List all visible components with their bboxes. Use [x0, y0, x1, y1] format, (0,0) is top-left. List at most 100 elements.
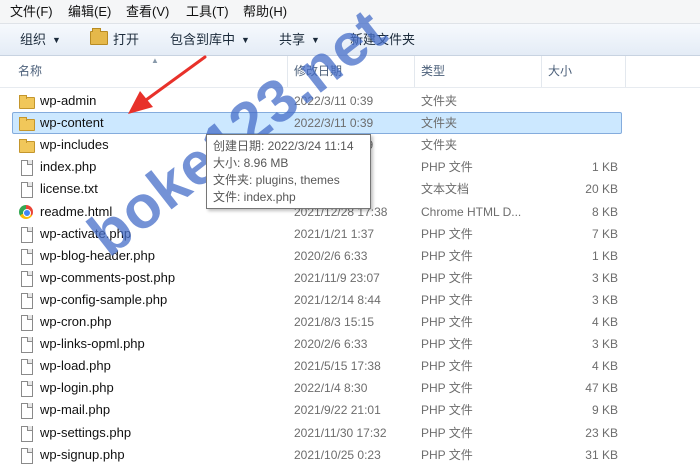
file-row[interactable]: wp-mail.php 2021/9/22 21:01 PHP 文件 9 KB — [0, 399, 700, 421]
file-name: wp-signup.php — [40, 446, 125, 462]
file-row[interactable]: wp-signup.php 2021/10/25 0:23 PHP 文件 31 KB — [0, 444, 700, 466]
file-name: wp-cron.php — [40, 314, 112, 329]
file-type: 文件夹 — [421, 138, 458, 153]
chrome-icon — [18, 204, 34, 220]
file-date: 2021/12/14 8:44 — [294, 292, 381, 307]
file-icon — [18, 226, 34, 243]
file-date: 2021/9/22 21:01 — [294, 403, 381, 418]
file-type: PHP 文件 — [421, 226, 473, 241]
organize-label: 组织 — [20, 32, 47, 47]
file-icon — [18, 447, 34, 464]
include-library-button[interactable]: 包含到库中 ▼ — [170, 31, 250, 49]
file-type: Chrome HTML D... — [421, 204, 522, 219]
file-row[interactable]: wp-settings.php 2021/11/30 17:32 PHP 文件 23 … — [0, 422, 700, 444]
file-date: 2021/5/15 17:38 — [294, 359, 381, 374]
file-icon — [18, 292, 34, 309]
file-date: 2021/8/3 15:15 — [294, 315, 375, 329]
file-icon — [18, 159, 34, 177]
file-icon — [18, 425, 34, 442]
open-label: 打开 — [113, 32, 140, 47]
folder-info-tooltip: 创建日期: 2022/3/24 11:14 大小: 8.96 MB 文件夹: p… — [206, 134, 371, 209]
file-row[interactable]: wp-content 2022/3/11 0:39 文件夹 — [0, 112, 700, 135]
include-library-label: 包含到库中 — [170, 32, 236, 47]
file-name: wp-settings.php — [40, 424, 132, 440]
column-header-name[interactable]: 名称 — [12, 56, 288, 87]
file-date: 2021/11/9 23:07 — [294, 270, 380, 285]
file-type: 文件夹 — [421, 94, 458, 108]
file-icon — [18, 270, 34, 287]
file-size: 3 KB — [591, 292, 618, 307]
open-button[interactable]: 打开 — [90, 28, 140, 49]
file-type: PHP 文件 — [421, 292, 473, 307]
organize-button[interactable]: 组织 ▼ — [20, 31, 61, 49]
file-type: PHP 文件 — [421, 403, 473, 418]
file-type: 文本文档 — [421, 182, 470, 197]
file-date: 2020/2/6 6:33 — [294, 248, 368, 263]
file-row[interactable]: wp-blog-header.php 2020/2/6 6:33 PHP 文件 1 K… — [0, 245, 700, 267]
file-name: wp-activate.php — [40, 225, 132, 241]
file-icon — [18, 402, 34, 420]
share-button[interactable]: 共享 ▼ — [279, 31, 320, 49]
column-header-size[interactable]: 大小 — [542, 56, 626, 87]
file-name: wp-mail.php — [40, 402, 111, 418]
file-type: PHP 文件 — [421, 248, 473, 263]
file-size: 1 KB — [591, 248, 618, 263]
column-header-date[interactable]: 修改日期 — [288, 56, 415, 87]
file-row[interactable]: wp-cron.php 2021/8/3 15:15 PHP 文件 4 KB — [0, 311, 700, 333]
menu-view[interactable]: 查看(V) — [126, 3, 169, 20]
chevron-down-icon: ▼ — [52, 35, 61, 45]
chevron-down-icon: ▼ — [311, 35, 320, 45]
share-label: 共享 — [279, 32, 306, 47]
folder-open-icon — [90, 28, 108, 45]
file-type: PHP 文件 — [421, 337, 473, 352]
file-icon — [18, 248, 34, 265]
file-size: 7 KB — [591, 226, 618, 241]
file-row[interactable]: wp-login.php 2022/1/4 8:30 PHP 文件 47 KB — [0, 377, 700, 399]
file-name: wp-login.php — [40, 380, 114, 396]
file-size: 47 KB — [585, 381, 618, 396]
menu-bar: 文件(F) 编辑(E) 查看(V) 工具(T) 帮助(H) — [0, 0, 700, 24]
file-date: 2022/3/11 0:39 — [294, 94, 374, 108]
file-date: 2021/1/21 1:37 — [294, 226, 375, 241]
tooltip-files: 文件: index.php — [213, 190, 296, 204]
column-header-row: ▲ 名称 修改日期 类型 大小 — [0, 56, 700, 88]
file-size: 3 KB — [591, 337, 618, 352]
file-name: wp-content — [40, 115, 104, 131]
file-size: 4 KB — [591, 359, 618, 374]
menu-tools[interactable]: 工具(T) — [186, 3, 229, 20]
tooltip-size: 大小: 8.96 MB — [213, 156, 289, 170]
file-type: PHP 文件 — [421, 160, 473, 175]
menu-edit[interactable]: 编辑(E) — [68, 3, 111, 20]
file-name: wp-comments-post.php — [40, 269, 176, 285]
new-folder-button[interactable]: 新建文件夹 — [350, 31, 415, 49]
file-size: 8 KB — [591, 204, 618, 219]
file-size — [545, 134, 618, 156]
file-row[interactable]: wp-activate.php 2021/1/21 1:37 PHP 文件 7 KB — [0, 223, 700, 245]
file-row[interactable]: wp-admin 2022/3/11 0:39 文件夹 — [0, 90, 700, 112]
command-toolbar: 组织 ▼ 打开 包含到库中 ▼ 共享 ▼ 新建文件夹 — [0, 24, 700, 56]
file-icon — [18, 336, 34, 354]
file-date: 2022/1/4 8:30 — [294, 381, 368, 396]
file-date: 2022/3/11 0:39 — [294, 116, 374, 131]
file-row[interactable]: wp-comments-post.php 2021/11/9 23:07 PHP 文… — [0, 267, 700, 289]
file-size: 31 KB — [585, 447, 618, 462]
column-header-type[interactable]: 类型 — [415, 56, 542, 87]
file-row[interactable]: wp-load.php 2021/5/15 17:38 PHP 文件 4 KB — [0, 355, 700, 377]
file-size: 23 KB — [585, 425, 618, 440]
file-type: PHP 文件 — [421, 315, 473, 329]
file-icon — [18, 380, 34, 398]
folder-icon — [18, 93, 35, 109]
file-row[interactable]: wp-config-sample.php 2021/12/14 8:44 PHP 文… — [0, 289, 700, 311]
menu-help[interactable]: 帮助(H) — [243, 3, 287, 20]
file-icon — [18, 181, 34, 199]
file-name: wp-load.php — [40, 358, 111, 374]
file-icon — [18, 314, 34, 331]
folder-icon — [18, 137, 35, 154]
file-type: PHP 文件 — [421, 359, 473, 374]
file-name: wp-admin — [40, 93, 97, 108]
file-type: PHP 文件 — [421, 425, 473, 440]
file-size: 3 KB — [591, 270, 618, 285]
file-row[interactable]: wp-links-opml.php 2020/2/6 6:33 PHP 文件 3 KB — [0, 333, 700, 355]
menu-file[interactable]: 文件(F) — [10, 3, 53, 20]
file-date: 2020/2/6 6:33 — [294, 337, 368, 352]
